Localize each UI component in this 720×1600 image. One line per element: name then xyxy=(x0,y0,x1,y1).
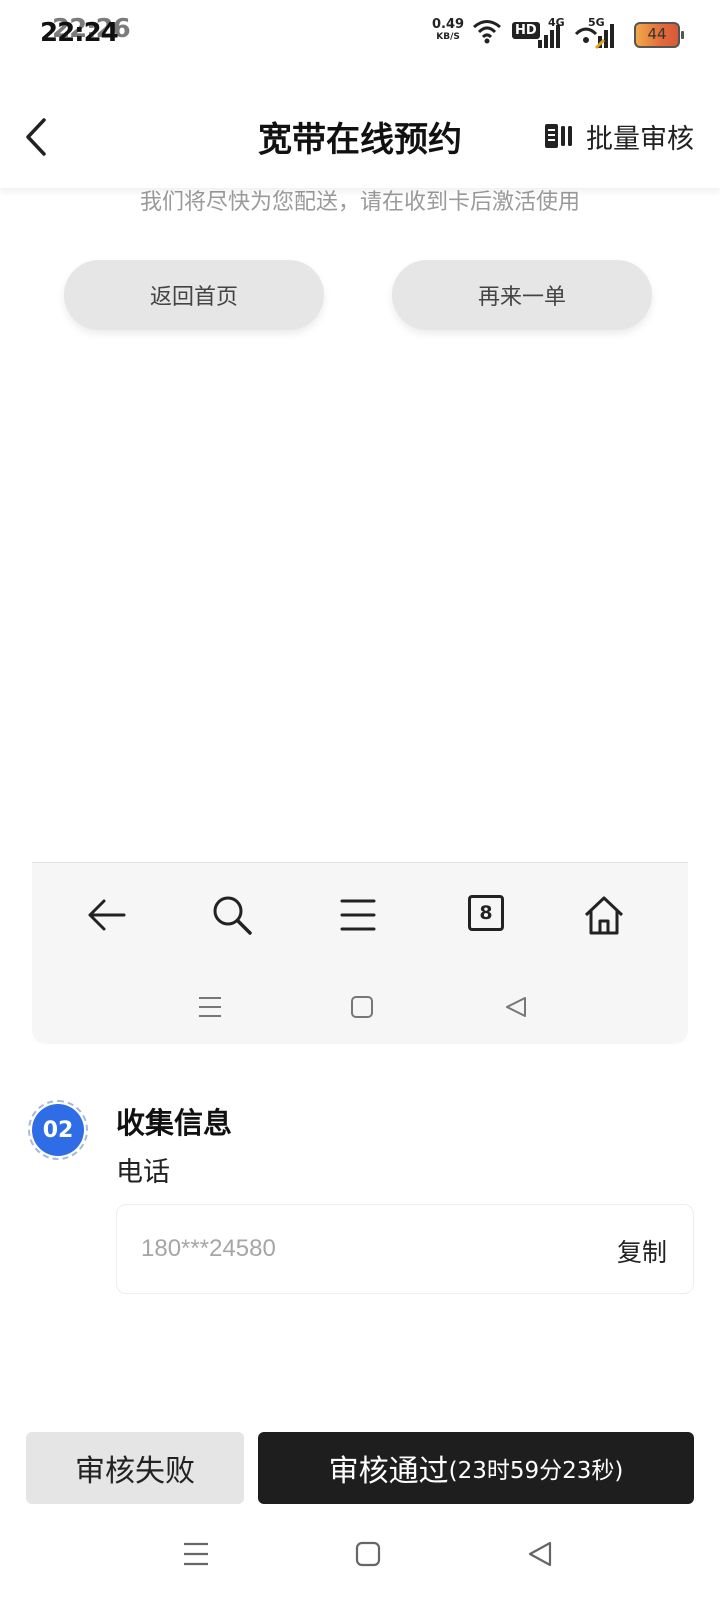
battery-indicator: 44 xyxy=(634,22,684,48)
network-speed-value: 0.49 xyxy=(432,17,465,32)
signal-5g-icon xyxy=(574,24,614,50)
status-time-overlay: 22:26 xyxy=(52,14,131,44)
review-pass-label: 审核通过 xyxy=(328,1454,449,1489)
order-again-button[interactable]: 再来一单 xyxy=(392,260,652,330)
embedded-nav-menu-icon xyxy=(199,997,221,1017)
batch-review-button[interactable]: 批量审核 xyxy=(544,116,694,156)
battery-level: 44 xyxy=(647,25,667,43)
browser-menu-icon[interactable] xyxy=(336,893,380,937)
batch-review-label: 批量审核 xyxy=(586,123,694,155)
network-speed-unit: KB/S xyxy=(436,32,460,42)
embedded-nav-home-icon xyxy=(351,996,373,1018)
system-back-icon[interactable] xyxy=(526,1540,554,1568)
network-speed: 0.49 KB/S xyxy=(432,18,464,44)
signal-4g-icon xyxy=(538,25,560,48)
review-pass-button[interactable]: 审核通过 (23时59分23秒) xyxy=(258,1432,694,1504)
copy-button[interactable]: 复制 xyxy=(617,1233,667,1269)
hd-badge: HD xyxy=(512,22,540,39)
phone-value: 180***24580 xyxy=(141,1235,276,1262)
embedded-nav-back-icon xyxy=(506,997,526,1017)
step-number: 02 xyxy=(32,1104,84,1156)
embedded-browser-toolbar: 8 xyxy=(32,862,688,1044)
batch-review-icon xyxy=(545,124,572,148)
review-fail-button[interactable]: 审核失败 xyxy=(26,1432,244,1504)
section-title: 收集信息 xyxy=(116,1106,233,1140)
review-pass-timer: (23时59分23秒) xyxy=(448,1458,624,1484)
browser-home-icon[interactable] xyxy=(582,893,626,937)
step-badge: 02 xyxy=(28,1100,88,1160)
browser-tabs-count[interactable]: 8 xyxy=(468,895,504,931)
system-home-icon[interactable] xyxy=(354,1540,382,1568)
wifi-icon xyxy=(473,20,501,44)
system-menu-icon[interactable] xyxy=(182,1540,210,1568)
app-header: 宽带在线预约 批量审核 xyxy=(0,92,720,188)
delivery-notice: 我们将尽快为您配送，请在收到卡后激活使用 xyxy=(139,190,580,215)
status-bar: 22:24 22:26 0.49 KB/S HD 4G 5G 44 xyxy=(0,0,720,72)
browser-back-icon[interactable] xyxy=(84,893,128,937)
browser-search-icon[interactable] xyxy=(210,893,254,937)
return-home-button[interactable]: 返回首页 xyxy=(64,260,324,330)
phone-label: 电话 xyxy=(116,1157,170,1188)
phone-field: 180***24580 复制 xyxy=(116,1204,694,1294)
